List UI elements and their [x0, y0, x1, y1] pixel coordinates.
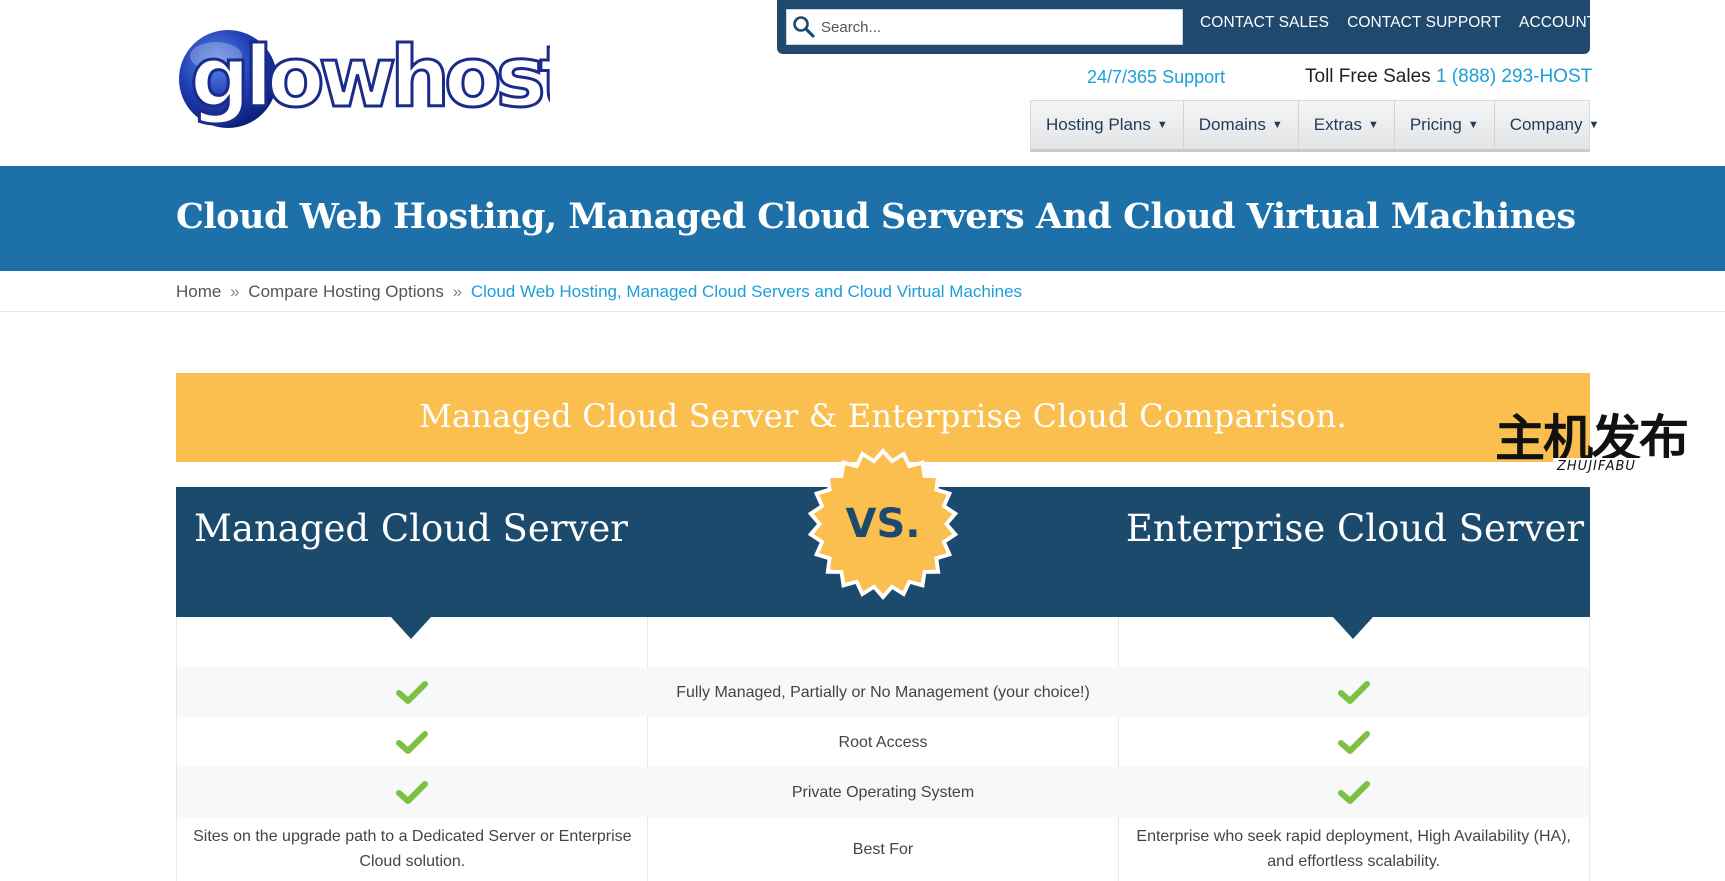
breadcrumb-separator: »: [230, 282, 240, 301]
breadcrumb-home[interactable]: Home: [176, 282, 221, 301]
table-row: Private Operating System: [177, 767, 1589, 817]
support-link[interactable]: 24/7/365 Support: [1087, 67, 1225, 88]
left-check-cell: [177, 767, 648, 817]
nav-domains[interactable]: Domains ▼: [1184, 101, 1299, 149]
divider: [0, 311, 1725, 312]
left-best-for-cell: Sites on the upgrade path to a Dedicated…: [193, 828, 632, 870]
page-title: Cloud Web Hosting, Managed Cloud Servers…: [176, 196, 1576, 237]
tollfree-sales: Toll Free Sales 1 (888) 293-HOST: [1305, 66, 1592, 88]
enterprise-cloud-plan-title: Enterprise Cloud Server: [1125, 507, 1585, 550]
watermark-logo: 主机发布 ZHUJIFABU: [1493, 408, 1698, 474]
table-row: Fully Managed, Partially or No Managemen…: [177, 667, 1589, 717]
feature-cell: Best For: [852, 840, 914, 858]
caret-down-icon: ▼: [1467, 119, 1479, 131]
nav-label: Domains: [1198, 115, 1266, 134]
logo-text: glowhost: [190, 28, 550, 126]
right-check-cell: [1118, 767, 1589, 817]
right-best-for-cell: Enterprise who seek rapid deployment, Hi…: [1136, 828, 1571, 870]
table-row: Root Access: [177, 717, 1589, 767]
breadcrumb: Home » Compare Hosting Options » Cloud W…: [176, 282, 1022, 302]
caret-down-icon: ▼: [1271, 119, 1283, 131]
contact-support-link[interactable]: CONTACT SUPPORT: [1347, 14, 1501, 32]
managed-cloud-plan-title: Managed Cloud Server: [194, 507, 628, 550]
search-input[interactable]: [821, 12, 1182, 42]
nav-hosting-plans[interactable]: Hosting Plans ▼: [1031, 101, 1184, 149]
check-icon: [1337, 681, 1370, 704]
check-icon: [1337, 781, 1370, 804]
feature-cell: Private Operating System: [791, 783, 975, 801]
watermark-sub: ZHUJIFABU: [1556, 459, 1636, 474]
search-icon[interactable]: [787, 10, 821, 44]
top-links: CONTACT SALES CONTACT SUPPORT ACCOUNT LO…: [1200, 14, 1649, 32]
caret-down-icon: ▼: [1588, 119, 1600, 131]
check-icon: [1337, 731, 1370, 754]
breadcrumb-current[interactable]: Cloud Web Hosting, Managed Cloud Servers…: [471, 282, 1022, 301]
vs-badge: VS.: [806, 447, 960, 601]
table-row: Sites on the upgrade path to a Dedicated…: [177, 817, 1589, 881]
feature-cell: Fully Managed, Partially or No Managemen…: [676, 683, 1090, 701]
caret-down-icon: ▼: [1367, 119, 1379, 131]
glowhost-logo[interactable]: glowhost: [176, 26, 550, 130]
feature-cell: Root Access: [838, 733, 928, 751]
right-check-cell: [1118, 717, 1589, 767]
search-box: [786, 9, 1183, 45]
check-icon: [396, 681, 429, 704]
nav-pricing[interactable]: Pricing ▼: [1395, 101, 1495, 149]
breadcrumb-compare[interactable]: Compare Hosting Options: [248, 282, 444, 301]
left-check-cell: [177, 667, 648, 717]
breadcrumb-separator: »: [452, 282, 463, 301]
tollfree-label: Toll Free Sales: [1305, 66, 1431, 87]
nav-label: Hosting Plans: [1046, 115, 1151, 134]
contact-sales-link[interactable]: CONTACT SALES: [1200, 14, 1329, 32]
nav-company[interactable]: Company ▼: [1495, 101, 1615, 149]
main-nav: Hosting Plans ▼ Domains ▼ Extras ▼ Pricing ▼…: [1030, 100, 1599, 152]
caret-down-icon: ▼: [1156, 119, 1168, 131]
title-band: Cloud Web Hosting, Managed Cloud Servers…: [0, 166, 1725, 271]
tollfree-number[interactable]: 1 (888) 293-HOST: [1436, 66, 1592, 87]
comparison-banner-text: Managed Cloud Server & Enterprise Cloud …: [419, 397, 1347, 435]
right-check-cell: [1118, 667, 1589, 717]
check-icon: [396, 781, 429, 804]
nav-label: Pricing: [1409, 115, 1462, 134]
nav-label: Extras: [1313, 115, 1362, 134]
vs-label: VS.: [846, 501, 921, 547]
check-icon: [396, 731, 429, 754]
page: glowhost CONTACT SALES CONTACT SUPPORT A…: [0, 0, 1725, 881]
left-check-cell: [177, 717, 648, 767]
nav-label: Company: [1509, 115, 1583, 134]
top-utility-bar: CONTACT SALES CONTACT SUPPORT ACCOUNT LO…: [777, 0, 1649, 54]
account-login-link[interactable]: ACCOUNT LOGIN: [1519, 14, 1649, 32]
nav-extras[interactable]: Extras ▼: [1299, 101, 1395, 149]
